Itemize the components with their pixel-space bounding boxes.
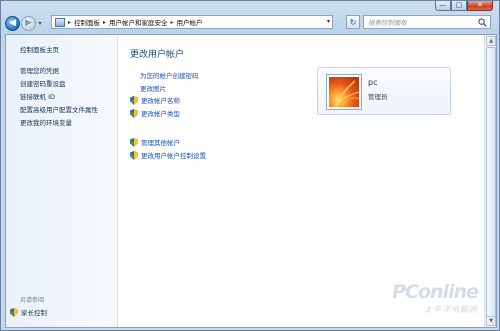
see-also-heading: 另请参阅	[20, 297, 45, 304]
sidebar-item-control-panel-home[interactable]: 控制面板主页	[20, 44, 59, 54]
uac-shield-icon	[130, 137, 138, 147]
create-password-link[interactable]: 为您的帐户创建密码	[140, 70, 199, 80]
search-icon[interactable]	[478, 18, 487, 27]
scroll-thumb[interactable]	[486, 47, 496, 317]
user-account-card: pc 管理员	[317, 67, 451, 115]
user-name: pc	[368, 78, 378, 87]
forward-button[interactable]: ▶	[21, 15, 36, 31]
change-account-name-link[interactable]: 更改帐户名称	[130, 95, 180, 105]
change-account-name-label[interactable]: 更改帐户名称	[141, 95, 180, 105]
scroll-down-icon[interactable]: ▼	[486, 316, 496, 326]
crumb-separator-icon[interactable]: ▸	[67, 19, 72, 26]
flower-picture-icon	[333, 80, 359, 107]
sidebar-item-password-reset-disk[interactable]: 创建密码重设盘	[20, 78, 66, 88]
crumb-separator-icon[interactable]: ▸	[170, 19, 175, 26]
navigation-bar: ◀ ▶ ▾ ▸ 控制面板 ▸ 用户帐户和家庭安全 ▸ 用户帐户 ▾ ↻ 搜索控制…	[5, 13, 497, 33]
breadcrumb-user-accounts[interactable]: 用户帐户	[177, 17, 203, 27]
watermark-logo: PConline	[392, 281, 479, 303]
parental-controls-link[interactable]: 家长控制	[10, 307, 47, 317]
uac-settings-link[interactable]: 更改用户帐户控制设置	[130, 150, 206, 160]
window-frame: — □ ✕ ◀ ▶ ▾ ▸ 控制面板 ▸ 用户帐户和家庭安全 ▸ 用户帐户 ▾ …	[0, 0, 500, 331]
watermark-subtitle: 太平洋电脑网	[424, 305, 478, 314]
change-picture-link[interactable]: 更改图片	[140, 83, 166, 93]
scroll-up-icon[interactable]: ▲	[486, 36, 496, 46]
change-account-type-label[interactable]: 更改帐户类型	[141, 108, 180, 118]
sidebar-item-environment-variables[interactable]: 更改我的环境变量	[20, 117, 72, 127]
breadcrumb-user-accounts-family[interactable]: 用户帐户和家庭安全	[109, 17, 168, 27]
sidebar-item-profile-properties[interactable]: 配置高级用户配置文件属性	[20, 104, 98, 114]
uac-settings-label[interactable]: 更改用户帐户控制设置	[141, 150, 206, 160]
uac-shield-icon	[130, 95, 138, 105]
search-placeholder: 搜索控制面板	[368, 19, 407, 27]
minimize-icon[interactable]: —	[435, 1, 451, 11]
refresh-button[interactable]: ↻	[346, 15, 360, 29]
address-bar[interactable]: ▸ 控制面板 ▸ 用户帐户和家庭安全 ▸ 用户帐户 ▾	[51, 15, 333, 29]
crumb-separator-icon[interactable]: ▸	[102, 19, 107, 26]
uac-shield-icon	[10, 307, 18, 317]
content-area: 控制面板主页 管理您的凭据 创建密码重设盘 链接联机 ID 配置高级用户配置文件…	[5, 34, 497, 328]
page-title: 更改用户帐户	[130, 50, 185, 60]
sidebar-item-link-online-id[interactable]: 链接联机 ID	[20, 91, 55, 101]
control-panel-icon	[55, 17, 65, 27]
user-avatar[interactable]	[326, 74, 362, 110]
manage-other-accounts-link[interactable]: 管理其他帐户	[130, 137, 180, 147]
parental-controls-label: 家长控制	[21, 309, 47, 317]
uac-shield-icon	[130, 150, 138, 160]
task-sidebar: 控制面板主页 管理您的凭据 创建密码重设盘 链接联机 ID 配置高级用户配置文件…	[6, 35, 118, 327]
manage-other-accounts-label[interactable]: 管理其他帐户	[141, 137, 180, 147]
search-box[interactable]: 搜索控制面板	[363, 15, 491, 29]
maximize-icon[interactable]: □	[451, 1, 467, 11]
back-button[interactable]: ◀	[5, 15, 20, 31]
recent-pages-dropdown-icon[interactable]: ▾	[36, 20, 44, 27]
change-account-type-link[interactable]: 更改帐户类型	[130, 108, 180, 118]
uac-shield-icon	[130, 108, 138, 118]
caption-buttons: — □ ✕	[435, 1, 493, 11]
user-role: 管理员	[368, 93, 388, 101]
breadcrumb-control-panel[interactable]: 控制面板	[74, 17, 100, 27]
close-icon[interactable]: ✕	[467, 1, 493, 11]
vertical-scrollbar[interactable]: ▲ ▼	[484, 35, 496, 327]
address-dropdown-icon[interactable]: ▾	[327, 18, 330, 25]
sidebar-item-manage-credentials[interactable]: 管理您的凭据	[20, 65, 59, 75]
